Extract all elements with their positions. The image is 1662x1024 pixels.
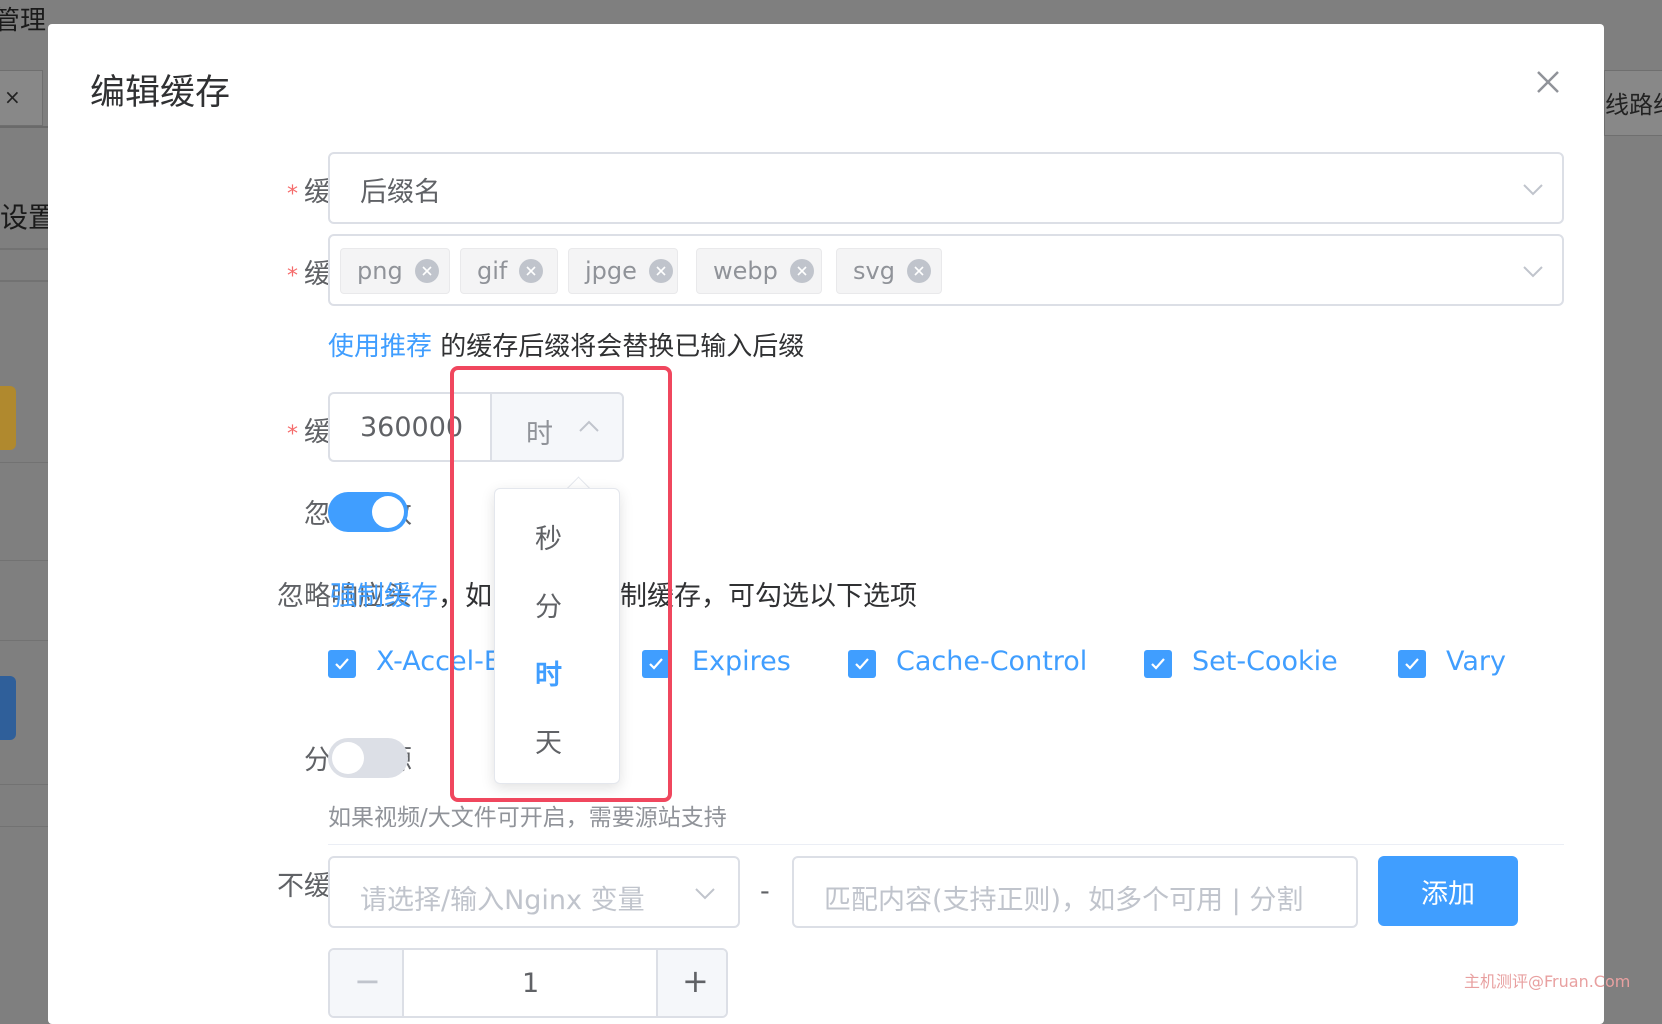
divider bbox=[328, 844, 1564, 845]
check-icon bbox=[1151, 658, 1165, 670]
range-origin-hint: 如果视频/大文件可开启，需要源站支持 bbox=[328, 805, 727, 831]
watermark: 主机测评@Fruan.Com bbox=[1464, 972, 1631, 991]
match-content-input[interactable]: 匹配内容(支持正则)，如多个可用 | 分割 bbox=[792, 856, 1358, 928]
check-icon bbox=[335, 658, 349, 670]
tag-close-icon[interactable] bbox=[789, 259, 814, 283]
add-button[interactable]: 添加 bbox=[1378, 856, 1518, 926]
cache-type-value: 后缀名 bbox=[360, 177, 441, 208]
background-warning-button bbox=[0, 386, 16, 450]
background-right-tab: 线路组 bbox=[1604, 70, 1662, 136]
checkbox-vary[interactable] bbox=[1398, 650, 1426, 678]
tag-jpge: jpge bbox=[568, 248, 678, 294]
tag-close-icon[interactable] bbox=[519, 259, 544, 283]
recommend-line: 使用推荐 的缓存后缀将会替换已输入后缀 bbox=[328, 332, 805, 362]
chevron-down-icon bbox=[1523, 266, 1543, 278]
decrease-button[interactable]: − bbox=[330, 950, 404, 1016]
tag-close-icon[interactable] bbox=[906, 259, 931, 283]
tag-png: png bbox=[340, 248, 450, 294]
use-recommend-link[interactable]: 使用推荐 bbox=[328, 332, 432, 362]
tag-webp: webp bbox=[696, 248, 822, 294]
range-origin-switch[interactable] bbox=[328, 738, 408, 778]
tag-close-icon[interactable] bbox=[414, 259, 439, 283]
cache-content-select[interactable]: png gif jpge webp svg bbox=[328, 234, 1564, 306]
option-expires[interactable]: Expires bbox=[692, 646, 791, 677]
checkbox-set-cookie[interactable] bbox=[1144, 650, 1172, 678]
cache-type-select[interactable]: 后缀名 bbox=[328, 152, 1564, 224]
highlight-annotation bbox=[450, 366, 672, 802]
check-icon bbox=[1405, 658, 1419, 670]
check-icon bbox=[855, 658, 869, 670]
background-title: 管理 bbox=[0, 6, 47, 36]
option-set-cookie[interactable]: Set-Cookie bbox=[1192, 646, 1338, 677]
background-tab: × bbox=[0, 70, 43, 126]
chevron-down-icon bbox=[695, 888, 715, 900]
ignore-params-switch[interactable] bbox=[328, 492, 408, 532]
weight-value: 1 bbox=[522, 968, 540, 999]
checkbox-cache-control[interactable] bbox=[848, 650, 876, 678]
chevron-down-icon bbox=[1523, 184, 1543, 196]
close-icon bbox=[1537, 71, 1559, 93]
option-cache-control[interactable]: Cache-Control bbox=[896, 646, 1087, 677]
background-primary-button bbox=[0, 676, 16, 740]
tag-svg: svg bbox=[836, 248, 942, 294]
plus-icon: + bbox=[682, 962, 709, 1000]
tag-close-icon[interactable] bbox=[648, 259, 673, 283]
option-vary[interactable]: Vary bbox=[1446, 646, 1506, 677]
minus-icon: − bbox=[354, 962, 381, 1000]
nginx-variable-select[interactable]: 请选择/输入Nginx 变量 bbox=[328, 856, 740, 928]
weight-stepper[interactable]: − 1 + bbox=[328, 948, 728, 1018]
dialog-title: 编辑缓存 bbox=[90, 73, 231, 113]
increase-button[interactable]: + bbox=[656, 950, 726, 1016]
close-button[interactable] bbox=[1530, 64, 1566, 100]
tag-gif: gif bbox=[460, 248, 558, 294]
checkbox-x-accel-expires[interactable] bbox=[328, 650, 356, 678]
condition-separator: - bbox=[760, 876, 770, 907]
force-cache-link[interactable]: 强制缓存 bbox=[330, 581, 438, 612]
